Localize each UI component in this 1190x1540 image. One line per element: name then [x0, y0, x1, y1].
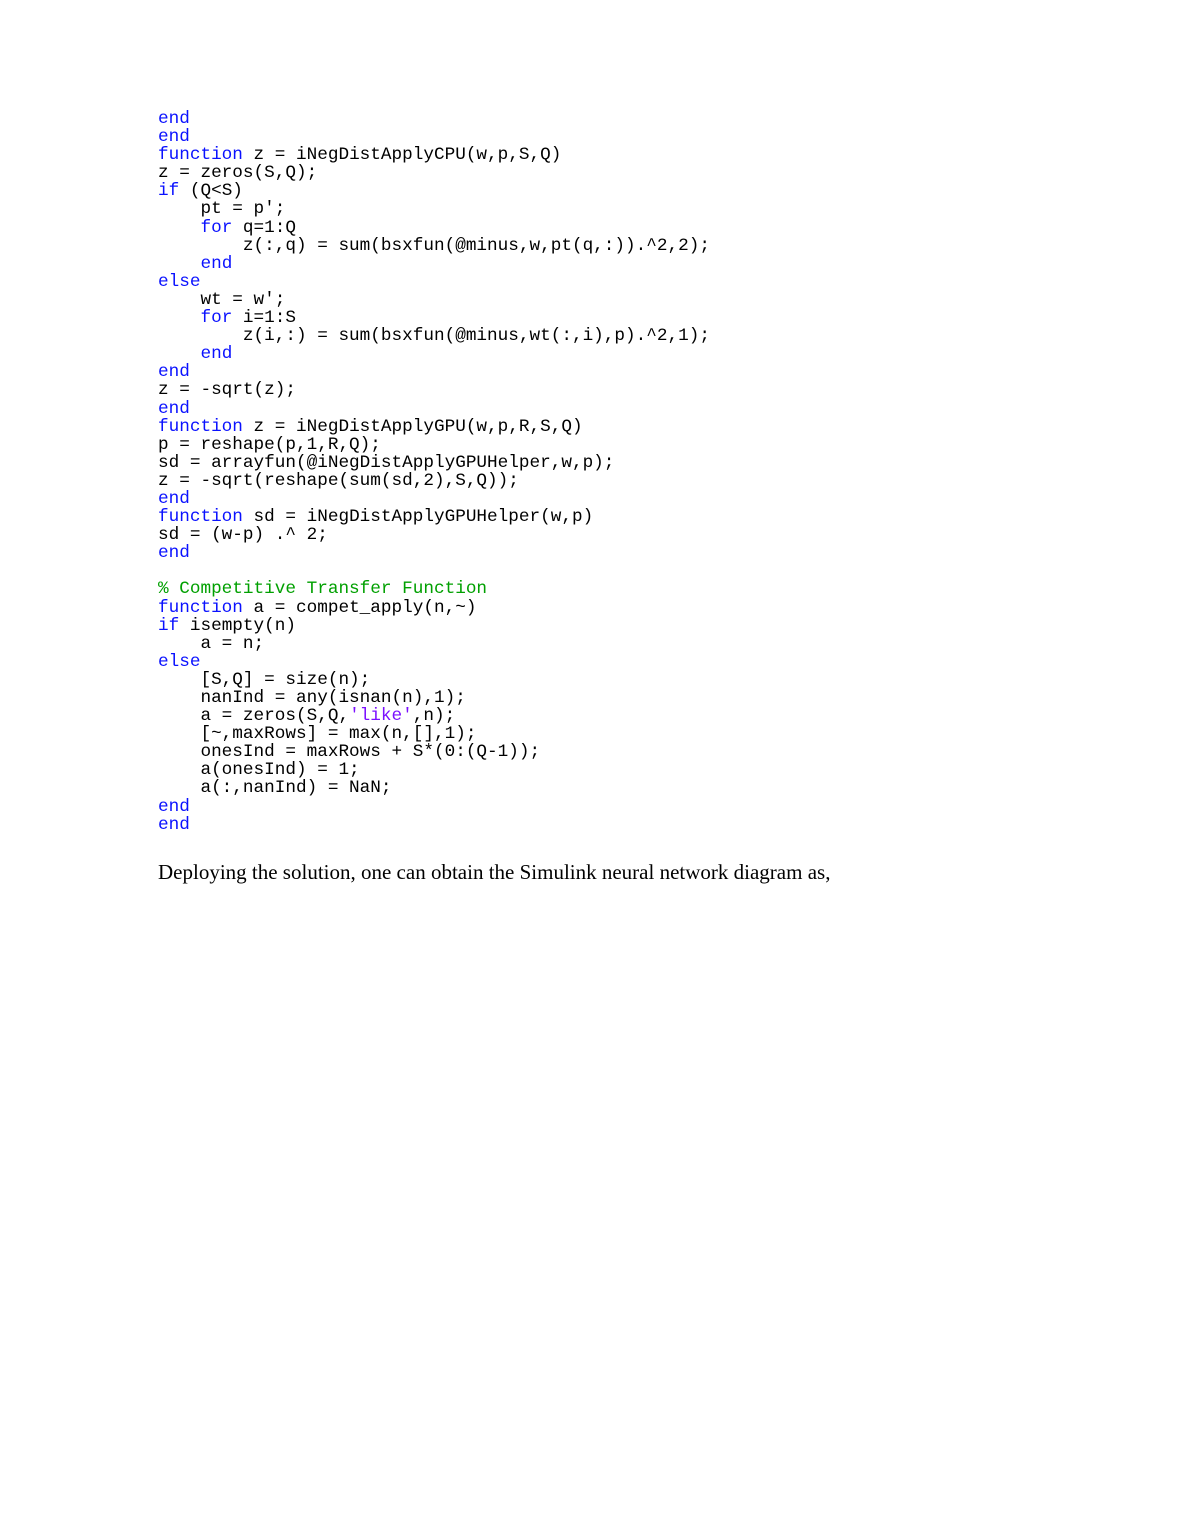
code-text: z = iNegDistApplyGPU(w,p,R,S,Q)	[243, 417, 583, 437]
code-text: z(i,:) = sum(bsxfun(@minus,wt(:,i),p).^2…	[158, 326, 710, 346]
keyword-else: else	[158, 272, 200, 292]
body-paragraph: Deploying the solution, one can obtain t…	[158, 860, 1035, 885]
code-text: sd = arrayfun(@iNegDistApplyGPUHelper,w,…	[158, 453, 614, 473]
code-text: pt = p';	[158, 199, 285, 219]
code-text: a(onesInd) = 1;	[158, 760, 360, 780]
code-text: a(:,nanInd) = NaN;	[158, 778, 392, 798]
code-blank-line	[158, 561, 169, 581]
document-page: end end function z = iNegDistApplyCPU(w,…	[0, 0, 1190, 945]
code-text: isempty(n)	[179, 616, 296, 636]
code-text: z = iNegDistApplyCPU(w,p,S,Q)	[243, 145, 561, 165]
code-indent	[158, 344, 200, 364]
code-text: i=1:S	[232, 308, 296, 328]
keyword-end: end	[158, 109, 190, 129]
code-text: wt = w';	[158, 290, 285, 310]
keyword-if: if	[158, 616, 179, 636]
code-text: p = reshape(p,1,R,Q);	[158, 435, 381, 455]
code-text: a = n;	[158, 634, 264, 654]
keyword-function: function	[158, 598, 243, 618]
code-text: onesInd = maxRows + S*(0:(Q-1));	[158, 742, 540, 762]
code-text: sd = iNegDistApplyGPUHelper(w,p)	[243, 507, 593, 527]
keyword-end: end	[158, 399, 190, 419]
keyword-else: else	[158, 652, 200, 672]
keyword-function: function	[158, 145, 243, 165]
code-text: sd = (w-p) .^ 2;	[158, 525, 328, 545]
keyword-end: end	[158, 797, 190, 817]
keyword-end: end	[200, 344, 232, 364]
code-indent	[158, 218, 200, 238]
code-text: z = zeros(S,Q);	[158, 163, 317, 183]
keyword-end: end	[158, 815, 190, 835]
code-text: a = zeros(S,Q,	[158, 706, 349, 726]
code-text: [~,maxRows] = max(n,[],1);	[158, 724, 476, 744]
string-literal: 'like'	[349, 706, 413, 726]
code-text: q=1:Q	[232, 218, 296, 238]
code-text: nanInd = any(isnan(n),1);	[158, 688, 466, 708]
code-block: end end function z = iNegDistApplyCPU(w,…	[158, 110, 1035, 834]
code-indent	[158, 308, 200, 328]
keyword-end: end	[158, 362, 190, 382]
keyword-end: end	[158, 489, 190, 509]
keyword-end: end	[158, 543, 190, 563]
code-text: (Q<S)	[179, 181, 243, 201]
keyword-function: function	[158, 507, 243, 527]
keyword-function: function	[158, 417, 243, 437]
keyword-end: end	[200, 254, 232, 274]
code-text: z(:,q) = sum(bsxfun(@minus,w,pt(q,:)).^2…	[158, 236, 710, 256]
code-text: ,n);	[413, 706, 455, 726]
code-text: [S,Q] = size(n);	[158, 670, 370, 690]
keyword-for: for	[200, 308, 232, 328]
keyword-if: if	[158, 181, 179, 201]
code-text: a = compet_apply(n,~)	[243, 598, 477, 618]
keyword-end: end	[158, 127, 190, 147]
code-indent	[158, 254, 200, 274]
comment: % Competitive Transfer Function	[158, 579, 487, 599]
keyword-for: for	[200, 218, 232, 238]
code-text: z = -sqrt(reshape(sum(sd,2),S,Q));	[158, 471, 519, 491]
code-text: z = -sqrt(z);	[158, 380, 296, 400]
